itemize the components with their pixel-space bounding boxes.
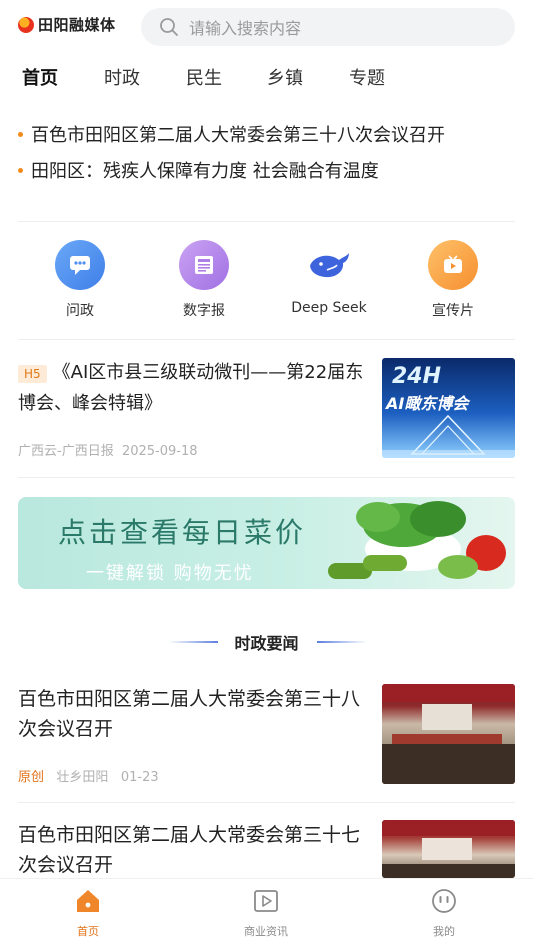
original-tag: 原创 <box>18 770 45 785</box>
search-placeholder: 请输入搜索内容 <box>189 19 302 38</box>
featured-thumbnail[interactable]: 24H AI瞰东博会 <box>382 358 515 458</box>
nav-label: 我的 <box>433 925 455 938</box>
quick-link-label: 问政 <box>66 303 94 319</box>
featured-title-text: 《AI区市县三级联动微刊——第22届东博会、峰会特辑》 <box>18 362 364 414</box>
home-icon <box>77 890 99 912</box>
nav-business-news[interactable]: 商业资讯 <box>226 887 306 939</box>
nav-profile[interactable]: 我的 <box>404 887 484 939</box>
featured-title: H5 《AI区市县三级联动微刊——第22届东博会、峰会特辑》 <box>18 358 370 419</box>
featured-date: 2025-09-18 <box>121 444 198 459</box>
logo-text: 田阳融媒体 <box>38 16 116 34</box>
news-meta: 原创 壮乡田阳 01-23 <box>18 766 159 785</box>
quick-link-digital-paper[interactable]: 数字报 <box>154 240 254 320</box>
section-line-right <box>317 641 367 643</box>
nav-label: 首页 <box>77 925 99 938</box>
section-title: 时政要闻 <box>234 634 299 653</box>
category-tabs: 首页 时政 民生 乡镇 专题 <box>0 64 533 94</box>
quick-link-label: Deep Seek <box>291 300 367 316</box>
tab-topics[interactable]: 专题 <box>349 64 385 90</box>
search-icon <box>160 18 178 36</box>
logo-mark-icon <box>18 16 34 33</box>
whale-icon <box>304 240 354 290</box>
bullet-dot-icon <box>18 167 23 173</box>
bullet-dot-icon <box>18 131 23 137</box>
section-header: 时政要闻 <box>0 630 533 654</box>
banner-subtitle: 一键解锁 购物无忧 <box>86 563 254 584</box>
tab-livelihood[interactable]: 民生 <box>186 64 222 90</box>
h5-badge: H5 <box>18 365 47 383</box>
headline-item[interactable]: 百色市田阳区第二届人大常委会第三十八次会议召开 <box>18 121 445 147</box>
tab-politics[interactable]: 时政 <box>104 64 140 90</box>
news-title[interactable]: 百色市田阳区第二届人大常委会第三十七次会议召开 <box>18 820 373 880</box>
news-thumbnail[interactable] <box>382 820 515 878</box>
meeting-photo-icon <box>382 820 515 878</box>
news-thumbnail[interactable] <box>382 684 515 784</box>
quick-link-label: 数字报 <box>183 303 225 319</box>
meeting-photo-icon <box>382 684 515 784</box>
veg-price-banner[interactable]: 点击查看每日菜价 一键解锁 购物无忧 <box>18 497 515 589</box>
smiley-icon <box>432 889 456 913</box>
search-bar[interactable]: 请输入搜索内容 <box>141 8 515 46</box>
divider <box>18 477 515 478</box>
headline-text: 百色市田阳区第二届人大常委会第三十八次会议召开 <box>31 125 445 146</box>
nav-home[interactable]: 首页 <box>48 887 128 939</box>
quick-link-promo-video[interactable]: 宣传片 <box>403 240 503 320</box>
stadium-illustration-icon <box>382 414 515 458</box>
quick-link-deepseek[interactable]: Deep Seek <box>279 240 379 316</box>
featured-article[interactable]: H5 《AI区市县三级联动微刊——第22届东博会、峰会特辑》 <box>18 358 370 419</box>
bottom-nav: 首页 商业资讯 我的 <box>0 878 533 949</box>
featured-source: 广西云-广西日报 <box>18 444 114 459</box>
app-logo: 田阳融媒体 <box>18 14 116 35</box>
divider <box>18 339 515 340</box>
divider <box>18 802 515 803</box>
thumb-title: 24H <box>392 364 442 389</box>
headline-item[interactable]: 田阳区：残疾人保障有力度 社会融合有温度 <box>18 157 379 183</box>
featured-meta: 广西云-广西日报 2025-09-18 <box>18 440 198 459</box>
quick-link-label: 宣传片 <box>432 303 474 319</box>
play-square-icon <box>254 890 278 912</box>
divider <box>18 221 515 222</box>
news-source: 壮乡田阳 <box>56 770 109 785</box>
tab-towns[interactable]: 乡镇 <box>267 64 303 90</box>
news-date: 01-23 <box>120 770 159 785</box>
quick-link-wenzheng[interactable]: 问政 <box>30 240 130 320</box>
tab-home[interactable]: 首页 <box>22 64 58 90</box>
headline-text: 田阳区：残疾人保障有力度 社会融合有温度 <box>31 161 379 182</box>
newspaper-icon <box>179 240 229 290</box>
nav-label: 商业资讯 <box>244 925 288 938</box>
news-title[interactable]: 百色市田阳区第二届人大常委会第三十八次会议召开 <box>18 684 373 744</box>
video-play-icon <box>428 240 478 290</box>
vegetables-icon <box>328 501 506 579</box>
chat-bubble-icon <box>55 240 105 290</box>
banner-title: 点击查看每日菜价 <box>58 516 307 549</box>
